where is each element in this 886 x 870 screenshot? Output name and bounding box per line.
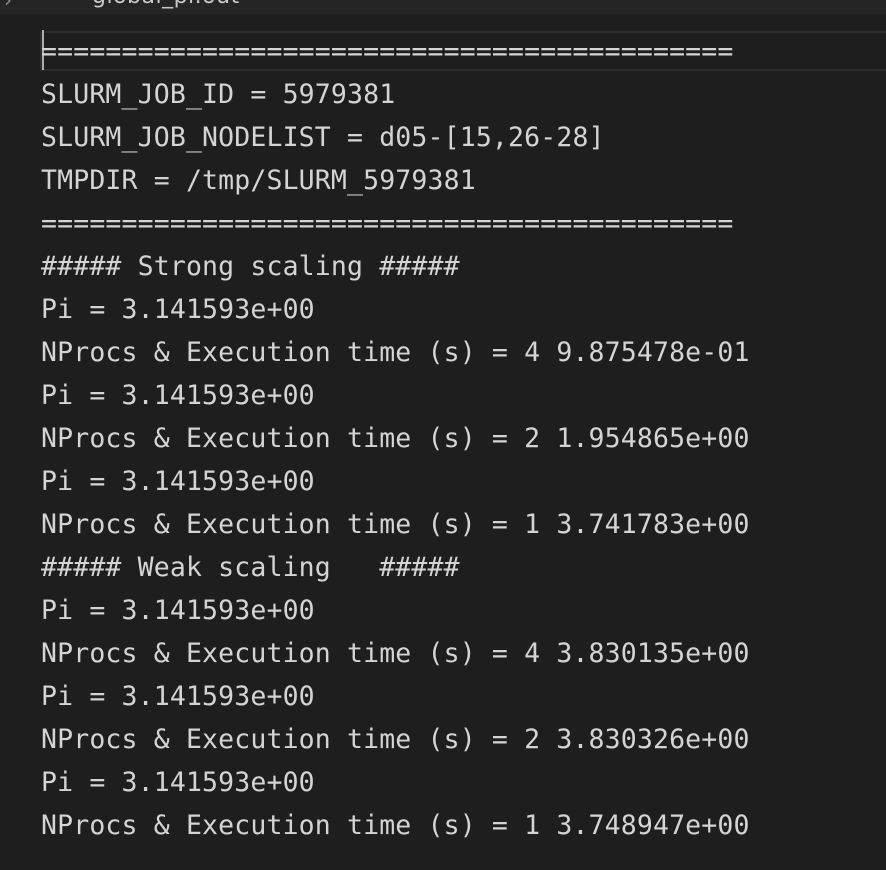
output-line-pi: Pi = 3.141593e+00 bbox=[41, 681, 315, 712]
output-line-pi: Pi = 3.141593e+00 bbox=[41, 466, 315, 497]
output-line-pi: Pi = 3.141593e+00 bbox=[41, 595, 315, 626]
output-line-separator-bottom: ========================================… bbox=[41, 208, 734, 239]
editor-tab-title[interactable]: global_pi.out bbox=[92, 0, 240, 9]
output-line-execution-time: NProcs & Execution time (s) = 1 3.741783… bbox=[41, 509, 750, 540]
output-line-execution-time: NProcs & Execution time (s) = 4 3.830135… bbox=[41, 638, 750, 669]
output-line-strong-scaling-header: ##### Strong scaling ##### bbox=[41, 251, 460, 282]
output-line-job-id: SLURM_JOB_ID = 5979381 bbox=[41, 79, 396, 110]
output-line-nodelist: SLURM_JOB_NODELIST = d05-[15,26-28] bbox=[41, 122, 605, 153]
output-line-separator-top: ========================================… bbox=[41, 36, 734, 67]
output-line-execution-time: NProcs & Execution time (s) = 1 3.748947… bbox=[41, 810, 750, 841]
output-line-weak-scaling-header: ##### Weak scaling ##### bbox=[41, 552, 460, 583]
output-line-execution-time: NProcs & Execution time (s) = 2 1.954865… bbox=[41, 423, 750, 454]
editor-tab-strip: › global_pi.out bbox=[0, 0, 886, 14]
output-line-pi: Pi = 3.141593e+00 bbox=[41, 767, 315, 798]
chevron-right-icon[interactable]: › bbox=[4, 0, 12, 12]
output-line-tmpdir: TMPDIR = /tmp/SLURM_5979381 bbox=[41, 165, 476, 196]
output-line-execution-time: NProcs & Execution time (s) = 2 3.830326… bbox=[41, 724, 750, 755]
output-line-pi: Pi = 3.141593e+00 bbox=[41, 294, 315, 325]
output-line-execution-time: NProcs & Execution time (s) = 4 9.875478… bbox=[41, 337, 750, 368]
text-editor[interactable]: ========================================… bbox=[0, 14, 886, 870]
output-line-pi: Pi = 3.141593e+00 bbox=[41, 380, 315, 411]
